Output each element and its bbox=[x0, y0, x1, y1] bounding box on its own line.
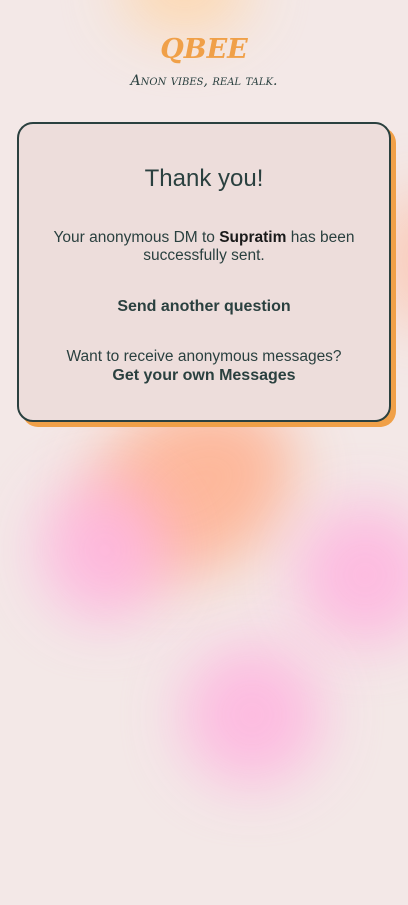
brand-logo: QBEE bbox=[160, 34, 248, 65]
get-own-messages-link[interactable]: Get your own Messages bbox=[19, 366, 389, 386]
background-blob bbox=[182, 645, 322, 785]
message-prefix: Your anonymous DM to bbox=[53, 229, 215, 246]
brand-tagline: Anon vibes, real talk. bbox=[130, 73, 278, 89]
receive-prompt: Want to receive anonymous messages? bbox=[66, 348, 342, 365]
recipient-name: Supratim bbox=[219, 229, 287, 246]
card-title: Thank you! bbox=[144, 165, 264, 192]
page: QBEE Anon vibes, real talk. Thank you! Y… bbox=[0, 0, 408, 905]
send-another-question-link[interactable]: Send another question bbox=[19, 297, 389, 317]
confirmation-message: Your anonymous DM to Supratim has been s… bbox=[49, 229, 359, 265]
confirmation-card: Thank you! Your anonymous DM to Supratim… bbox=[17, 122, 391, 422]
background-blob bbox=[120, 0, 250, 35]
background-blob bbox=[295, 505, 408, 645]
background-blob bbox=[40, 480, 170, 620]
